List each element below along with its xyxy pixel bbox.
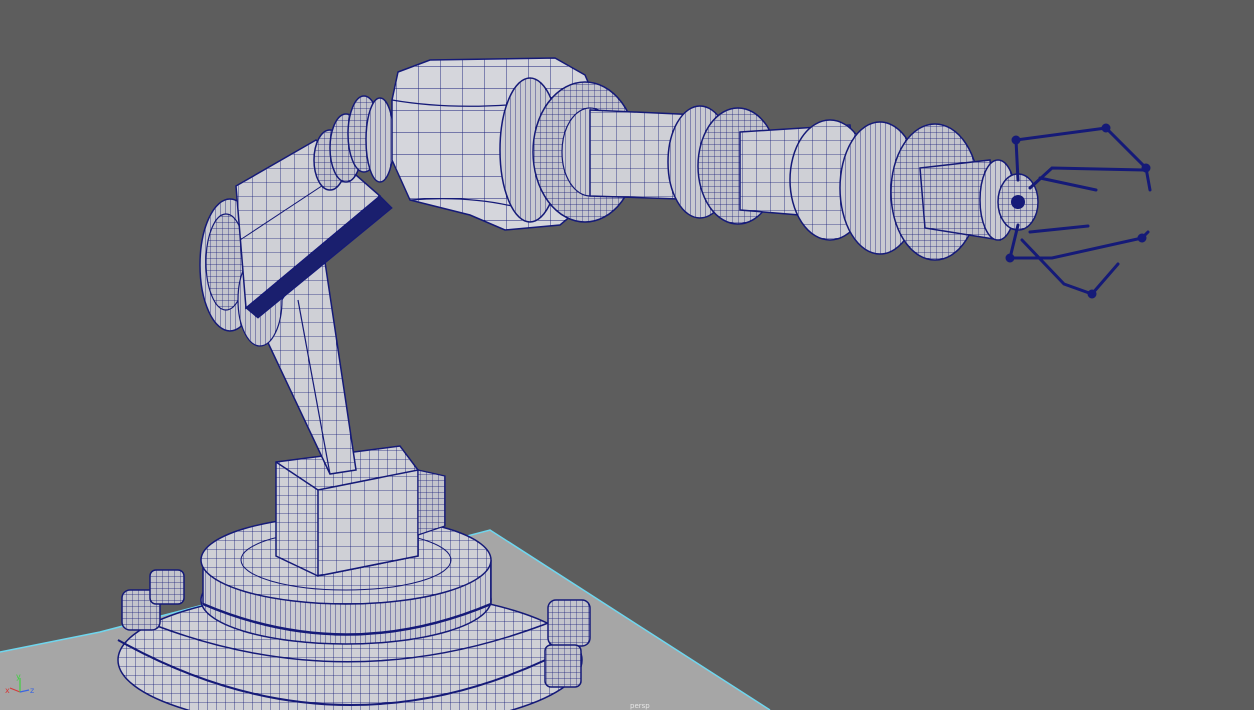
3d-viewport[interactable]: x y z persp [0, 0, 1254, 710]
z-axis-label: z [30, 686, 34, 695]
x-axis-label: x [5, 686, 10, 695]
y-axis-label: y [16, 672, 21, 681]
camera-label: persp [630, 702, 650, 710]
robot-arm-scene[interactable]: x y z [0, 0, 1254, 710]
wrist-nozzle[interactable] [919, 159, 1039, 241]
shoulder-disks[interactable] [313, 95, 395, 191]
